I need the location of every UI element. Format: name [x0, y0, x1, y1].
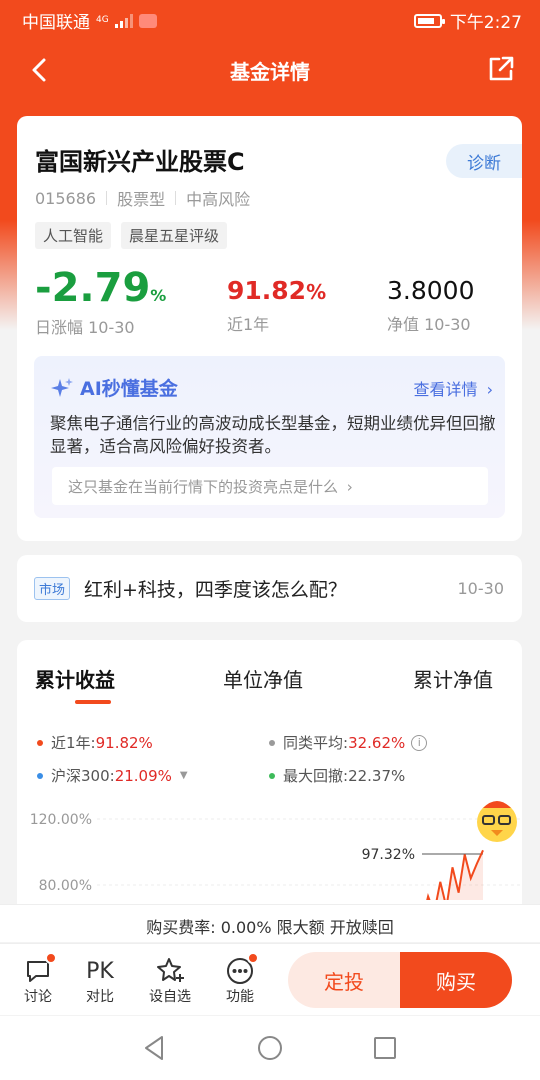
compare-label: 对比: [86, 989, 114, 1005]
nav-stat: 3.8000 净值 10-30: [387, 278, 474, 335]
ai-title-text: AI秒懂基金: [80, 378, 178, 400]
legend-dot: [37, 772, 43, 779]
pk-icon: PK: [86, 958, 114, 984]
sparkle-icon: [51, 377, 73, 397]
year-return-label: 近1年: [227, 315, 270, 334]
year-return-value: 91.82: [227, 276, 307, 305]
chevron-right-icon: ›: [486, 380, 493, 399]
legend-dot: [269, 772, 275, 779]
ai-title: AI秒懂基金: [50, 374, 178, 401]
compare-button[interactable]: PK 对比: [75, 956, 125, 1006]
daily-change-unit: %: [150, 286, 167, 305]
daily-change-label: 日涨幅 10-30: [35, 318, 135, 337]
nav-back-triangle-icon[interactable]: [140, 1033, 170, 1063]
fund-name: 富国新兴产业股票C: [35, 148, 245, 176]
share-icon[interactable]: [486, 54, 516, 84]
news-tag: 市场: [34, 577, 71, 600]
legend-peer-label: 同类平均:: [283, 734, 349, 752]
legend-csi300[interactable]: 沪深300: 21.09% ▼: [37, 765, 188, 786]
fund-summary-card: 富国新兴产业股票C 诊断 015686 股票型 中高风险 人工智能 晨星五星评级…: [17, 116, 522, 541]
legend-year: 近1年: 91.82%: [37, 732, 153, 753]
active-tab-indicator: [75, 700, 111, 704]
discussion-button[interactable]: 讨论: [13, 952, 63, 1006]
notification-badge: [247, 952, 259, 964]
legend-dot: [269, 739, 275, 746]
auto-invest-button[interactable]: 定投: [288, 952, 400, 1008]
ai-description: 聚焦电子通信行业的高波动成长型基金，短期业绩优异但回撤显著，适合高风险偏好投资者…: [50, 414, 496, 456]
legend-year-label: 近1年:: [51, 734, 96, 752]
fund-type: 股票型: [117, 190, 166, 209]
fund-code: 015686: [35, 188, 97, 208]
tag-ai[interactable]: 人工智能: [35, 222, 112, 249]
status-bar: 中国联通 4G 下午2:27: [0, 0, 540, 36]
mascot-icon[interactable]: [469, 790, 525, 846]
more-functions-label: 功能: [226, 989, 254, 1005]
chart-annotation: 97.32%: [362, 847, 415, 863]
legend-drawdown-value: 22.37%: [348, 766, 406, 785]
news-date: 10-30: [457, 579, 505, 598]
performance-chart-card: 累计收益 单位净值 累计净值 近1年: 91.82% 同类平均: 32.62% …: [17, 640, 522, 940]
ai-question-text: 这只基金在当前行情下的投资亮点是什么: [68, 478, 339, 496]
ai-more-label: 查看详情: [413, 380, 478, 399]
legend-csi300-value: 21.09%: [114, 766, 172, 785]
page-title: 基金详情: [230, 60, 310, 84]
tab-unit-nav[interactable]: 单位净值: [223, 664, 303, 693]
discussion-label: 讨论: [24, 989, 52, 1005]
divider: [106, 191, 108, 205]
fee-info-bar: 购买费率: 0.00% 限大额 开放赎回: [0, 904, 540, 942]
battery-icon: [413, 13, 445, 28]
legend-drawdown-label: 最大回撤:: [283, 767, 349, 785]
notification-app-icon: [138, 13, 157, 28]
clock: 下午2:27: [449, 13, 522, 33]
news-title: 红利+科技，四季度该怎么配？: [84, 579, 347, 601]
nav-label: 净值 10-30: [387, 315, 471, 334]
y-tick-label: 120.00%: [30, 812, 92, 828]
return-chart[interactable]: 120.00% 80.00% 97.32%: [17, 800, 522, 900]
fund-risk: 中高风险: [186, 190, 251, 209]
buy-button[interactable]: 购买: [400, 952, 512, 1008]
legend-csi300-label: 沪深300:: [51, 767, 115, 785]
year-return-unit: %: [306, 280, 327, 304]
carrier-name: 中国联通: [22, 13, 90, 33]
chart-tabs: 累计收益 单位净值 累计净值: [35, 664, 505, 704]
tab-cumulative-return[interactable]: 累计收益: [35, 664, 115, 693]
system-nav-bar: [0, 1016, 540, 1080]
divider: [175, 191, 177, 205]
ai-question-input[interactable]: 这只基金在当前行情下的投资亮点是什么 ›: [52, 467, 488, 505]
nav-bar: 基金详情: [0, 48, 540, 92]
legend-peer-average: 同类平均: 32.62% i: [269, 732, 428, 753]
info-icon[interactable]: i: [411, 734, 428, 751]
fund-tags: 人工智能 晨星五星评级: [35, 222, 228, 249]
caret-down-icon: ▼: [179, 770, 188, 781]
more-functions-button[interactable]: 功能: [215, 952, 265, 1006]
series-area: [422, 850, 483, 900]
add-watchlist-button[interactable]: 设自选: [145, 956, 195, 1006]
chevron-right-icon: ›: [346, 478, 353, 496]
add-watchlist-label: 设自选: [149, 989, 191, 1005]
bottom-action-bar: 讨论 PK 对比 设自选 功能 定投 购买: [0, 943, 540, 1015]
nav-recents-icon[interactable]: [370, 1033, 400, 1063]
star-add-icon: [157, 958, 184, 982]
tag-morningstar[interactable]: 晨星五星评级: [121, 222, 228, 249]
news-card[interactable]: 市场 红利+科技，四季度该怎么配？ 10-30: [17, 555, 522, 622]
year-return-stat: 91.82% 近1年: [227, 278, 326, 335]
tab-cumulative-nav[interactable]: 累计净值: [413, 664, 493, 693]
y-tick-label: 80.00%: [39, 878, 92, 894]
ai-summary-box: AI秒懂基金 查看详情 › 聚焦电子通信行业的高波动成长型基金，短期业绩优异但回…: [34, 356, 505, 518]
legend-max-drawdown: 最大回撤: 22.37%: [269, 765, 405, 786]
legend-dot: [37, 739, 43, 746]
nav-home-icon[interactable]: [255, 1033, 285, 1063]
ai-more-link[interactable]: 查看详情 ›: [413, 376, 493, 400]
diagnose-button[interactable]: 诊断: [446, 144, 522, 178]
signal-icon: [114, 13, 133, 28]
daily-change-value: -2.79: [35, 265, 151, 311]
nav-value: 3.8000: [387, 276, 475, 305]
notification-badge: [45, 952, 57, 964]
legend-peer-value: 32.62%: [348, 733, 406, 752]
daily-change-stat: -2.79% 日涨幅 10-30: [35, 268, 166, 338]
network-type: 4G: [96, 15, 109, 25]
fund-meta: 015686 股票型 中高风险: [35, 186, 250, 210]
legend-year-value: 91.82%: [95, 733, 153, 752]
